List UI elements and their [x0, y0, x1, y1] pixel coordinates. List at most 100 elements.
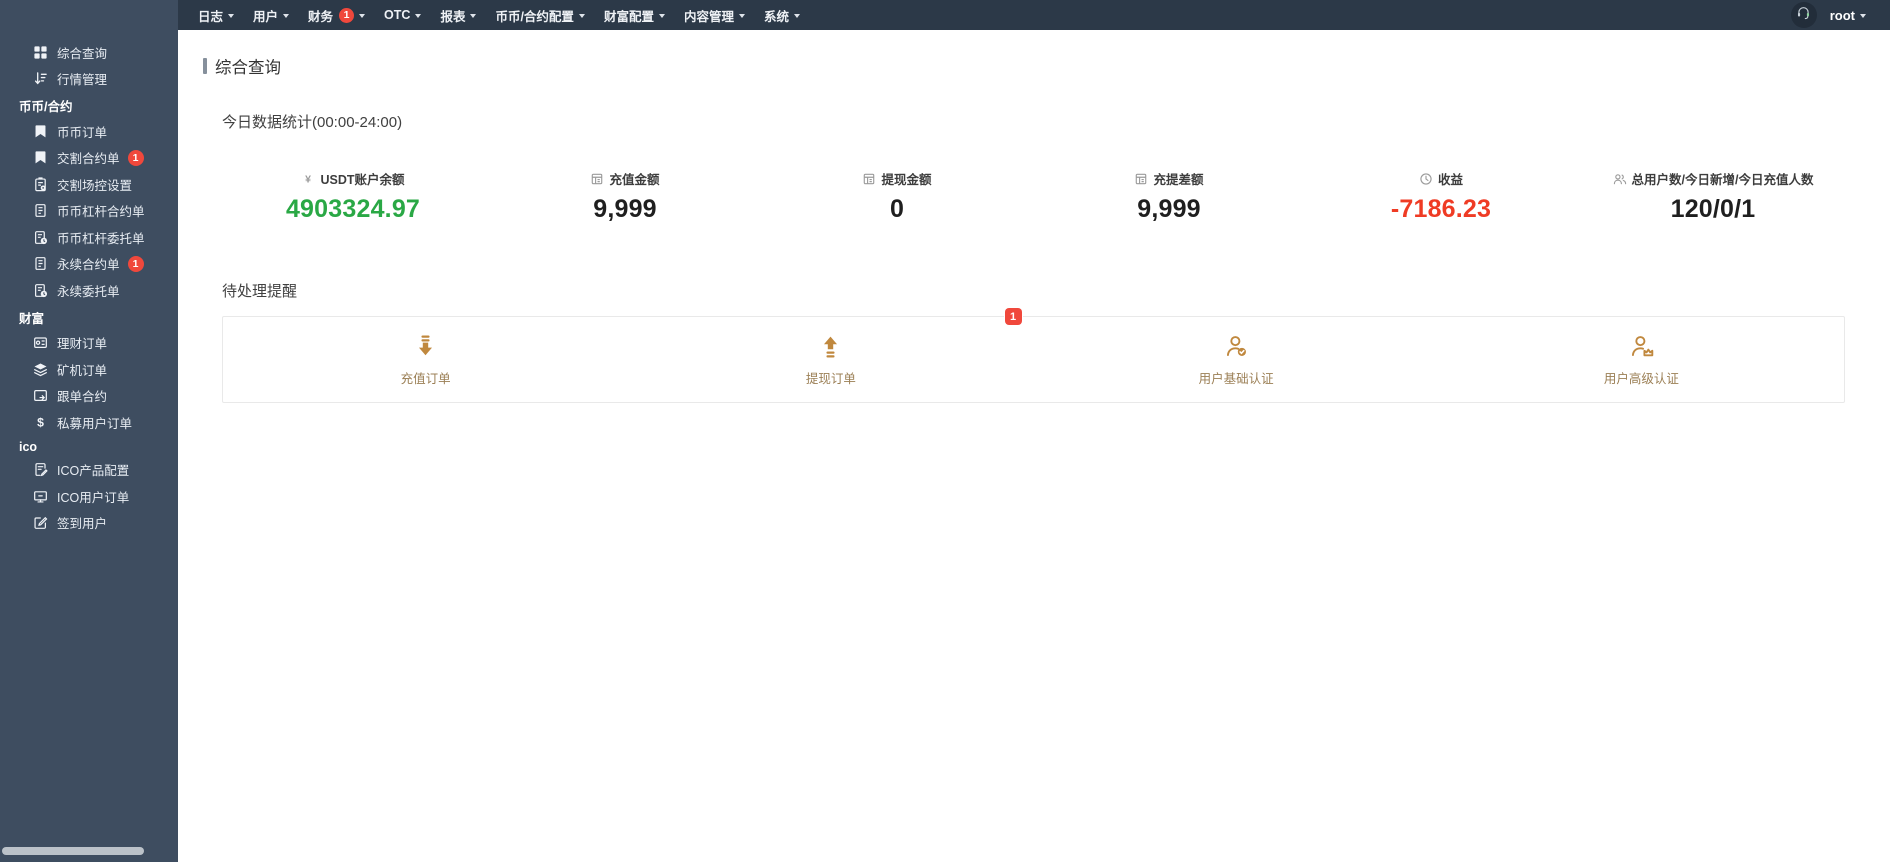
main-content: 综合查询 今日数据统计(00:00-24:00) ¥ USDT账户余额 490332…	[178, 30, 1890, 862]
doc-edit-icon	[33, 462, 48, 477]
pending-card: 充值订单 1 提现订单 用户基础认证 用户高级认证	[222, 308, 1845, 403]
nav-item-3[interactable]: OTC	[384, 8, 422, 22]
market-icon	[33, 71, 48, 86]
user-check-icon	[1223, 333, 1250, 360]
stats-row: ¥ USDT账户余额 4903324.97 充值金额 9,999 提现金额 0 充提差额 9,9…	[217, 169, 1849, 224]
sidebar-item-14[interactable]: $ 私募用户订单	[0, 409, 178, 436]
edit-square-icon	[33, 515, 48, 530]
pending-item-1[interactable]: 1 提现订单	[628, 308, 1033, 402]
pending-item-0[interactable]: 充值订单	[223, 317, 628, 402]
clock-icon	[1419, 172, 1433, 186]
card-arrow-icon	[33, 388, 48, 403]
nav-item-label: 财富配置	[603, 9, 654, 24]
stat-label-text: 提现金额	[881, 173, 932, 187]
wallet-icon	[33, 335, 48, 350]
chevron-down-icon	[415, 13, 422, 18]
sidebar-item-6[interactable]: 币币杠杆合约单	[0, 198, 178, 225]
stat-1: 充值金额 9,999	[489, 169, 761, 224]
stat-2: 提现金额 0	[761, 169, 1033, 224]
sidebar: 综合查询行情管理币币/合约币币订单交割合约单 1 交割场控设置 币币杠杆合约单 币币杠杆…	[0, 0, 178, 862]
stats-section-title: 今日数据统计(00:00-24:00)	[222, 114, 403, 131]
chevron-down-icon	[228, 13, 235, 18]
username: root	[1829, 7, 1855, 23]
pending-item-label: 用户基础认证	[1198, 371, 1274, 386]
sidebar-item-label: 永续合约单	[57, 258, 120, 273]
stat-value: -7186.23	[1390, 195, 1492, 223]
sidebar-item-9[interactable]: 永续委托单	[0, 277, 178, 304]
sidebar-item-label: 行情管理	[57, 73, 108, 88]
stat-label: 总用户数/今日新增/今日充值人数	[1577, 169, 1849, 188]
doc-icon	[33, 203, 48, 218]
nav-item-label: 报表	[440, 9, 466, 24]
stat-5: 总用户数/今日新增/今日充值人数 120/0/1	[1577, 169, 1849, 224]
pending-item-label: 用户高级认证	[1603, 371, 1679, 386]
sidebar-item-18[interactable]: 签到用户	[0, 510, 178, 537]
sidebar-item-11[interactable]: 理财订单	[0, 330, 178, 357]
sidebar-item-8[interactable]: 永续合约单 1	[0, 251, 178, 278]
sidebar-item-16[interactable]: ICO产品配置	[0, 457, 178, 484]
sidebar-horizontal-scrollbar[interactable]	[2, 847, 144, 855]
sidebar-item-label: 永续委托单	[57, 284, 120, 299]
nav-item-4[interactable]: 报表	[440, 6, 477, 25]
sidebar-item-label: 跟单合约	[57, 390, 108, 405]
sidebar-item-label: 签到用户	[57, 517, 108, 532]
stat-label: 充提差额	[1033, 169, 1305, 188]
top-nav-menu: 日志 用户 财务 1 OTC 报表 币币/合约配置 财富配置 内容管理 系统	[198, 6, 819, 25]
monitor-icon	[33, 489, 48, 504]
layers-icon	[33, 362, 48, 377]
nav-item-2[interactable]: 财务 1	[308, 6, 366, 25]
user-avatar[interactable]	[1790, 2, 1817, 28]
stat-3: 充提差额 9,999	[1033, 169, 1305, 224]
users-icon	[1613, 172, 1627, 186]
sidebar-item-label: 矿机订单	[57, 363, 108, 378]
sidebar-item-12[interactable]: 矿机订单	[0, 356, 178, 383]
nav-item-7[interactable]: 内容管理	[684, 6, 745, 25]
nav-item-1[interactable]: 用户	[253, 6, 290, 25]
nav-item-label: 内容管理	[683, 9, 734, 24]
stat-value: 120/0/1	[1670, 195, 1756, 223]
nav-item-6[interactable]: 财富配置	[604, 6, 665, 25]
page-title: 综合查询	[203, 54, 1890, 78]
nav-item-5[interactable]: 币币/合约配置	[495, 6, 585, 25]
nav-item-label: 系统	[763, 9, 789, 24]
page-title-text: 综合查询	[215, 59, 281, 77]
sidebar-item-4[interactable]: 交割合约单 1	[0, 145, 178, 172]
stat-label-text: USDT账户余额	[320, 173, 405, 187]
sidebar-item-label: ICO用户订单	[57, 490, 130, 505]
user-crown-icon	[1628, 333, 1655, 360]
sidebar-item-5[interactable]: 交割场控设置	[0, 171, 178, 198]
sidebar-menu: 综合查询行情管理币币/合约币币订单交割合约单 1 交割场控设置 币币杠杆合约单 币币杠杆…	[0, 0, 178, 536]
sidebar-item-0[interactable]: 综合查询	[0, 39, 178, 66]
pending-item-3[interactable]: 用户高级认证	[1439, 317, 1844, 402]
user-dropdown[interactable]: root	[1830, 8, 1866, 23]
headset-icon	[1795, 4, 1812, 26]
stat-label-text: 充提差额	[1153, 173, 1204, 187]
pending-item-label: 充值订单	[400, 371, 451, 386]
stat-value: 0	[889, 195, 905, 223]
doc-clock-icon	[33, 283, 48, 298]
pending-item-2[interactable]: 用户基础认证	[1034, 317, 1439, 402]
sidebar-item-17[interactable]: ICO用户订单	[0, 483, 178, 510]
sidebar-item-13[interactable]: 跟单合约	[0, 383, 178, 410]
sidebar-item-label: 币币订单	[57, 125, 108, 140]
sidebar-item-3[interactable]: 币币订单	[0, 118, 178, 145]
stat-label-text: 充值金额	[609, 173, 660, 187]
stat-label-text: 收益	[1437, 173, 1463, 187]
nav-item-8[interactable]: 系统	[764, 6, 800, 25]
nav-item-label: 币币/合约配置	[495, 9, 574, 24]
sidebar-item-1[interactable]: 行情管理	[0, 66, 178, 93]
sidebar-section-2: 币币/合约	[19, 100, 73, 114]
stat-label: ¥ USDT账户余额	[217, 169, 489, 188]
stat-label: 收益	[1305, 169, 1577, 188]
chevron-down-icon	[283, 13, 290, 18]
sidebar-item-7[interactable]: 币币杠杆委托单	[0, 224, 178, 251]
stat-label: 充值金额	[489, 169, 761, 188]
svg-text:¥: ¥	[306, 173, 312, 185]
sidebar-item-label: ICO产品配置	[57, 464, 130, 479]
chevron-down-icon	[738, 13, 745, 18]
nav-item-0[interactable]: 日志	[198, 6, 235, 25]
stat-4: 收益 -7186.23	[1305, 169, 1577, 224]
chevron-down-icon	[658, 13, 665, 18]
yen-icon: ¥	[301, 172, 315, 186]
pending-section-title: 待处理提醒	[222, 283, 298, 300]
